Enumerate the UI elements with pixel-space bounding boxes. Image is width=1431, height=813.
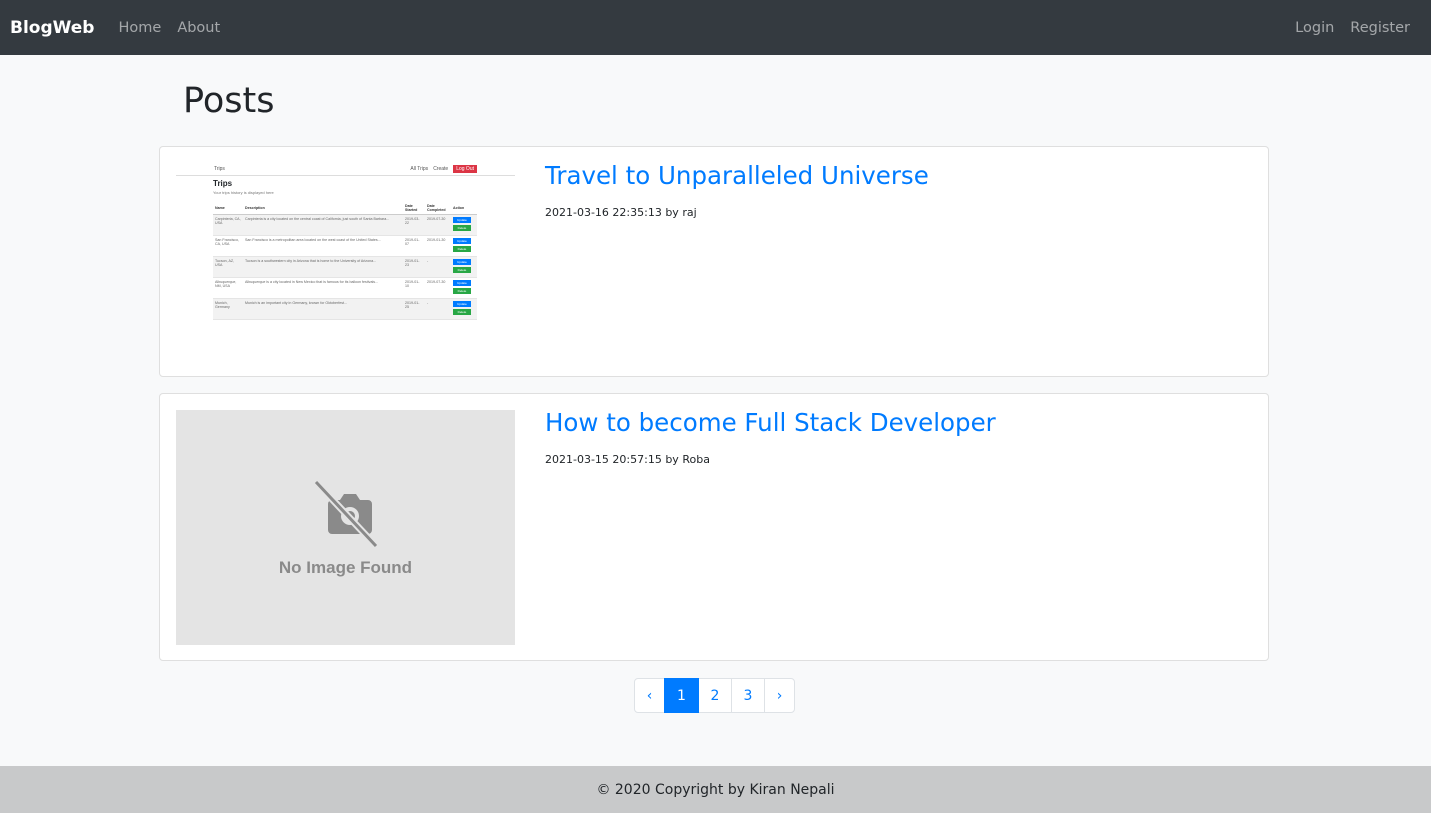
post-author: Roba [682, 453, 710, 466]
thumb-cell: Albuquerque is a city located in New Mex… [243, 277, 403, 299]
thumb-cell: Albuquerque, NM, USA [213, 277, 243, 299]
thumb-col-header: Date Completed [425, 202, 451, 215]
copyright-text: © 2020 Copyright by Kiran Nepali [596, 781, 835, 798]
thumb-cell: 2019-01-25 [403, 298, 425, 320]
thumb-cell: 2019-01-23 [403, 256, 425, 278]
pagination: ‹ 1 2 3 › [634, 678, 795, 713]
thumb-cell: Carpinteria is a city located on the cen… [243, 214, 403, 236]
thumb-delete-button: Delete [453, 225, 471, 231]
prev-page-button[interactable]: ‹ [634, 678, 665, 713]
thumb-delete-button: Delete [453, 309, 471, 315]
thumb-nav-link: Create [433, 166, 449, 172]
post-by: by [665, 453, 679, 466]
thumb-navbar: Trips All Trips Create Log Out [176, 163, 515, 175]
thumb-cell: 2019-03-22 [403, 214, 425, 236]
register-link[interactable]: Register [1350, 20, 1410, 36]
thumb-col-header: Name [213, 202, 243, 215]
post-meta: 2021-03-16 22:35:13 by raj [545, 206, 697, 219]
thumb-cell: - [425, 256, 451, 278]
thumb-row: Tucson, AZ, USA Tucson is a southwestern… [213, 256, 477, 278]
post-date: 2021-03-16 22:35:13 [545, 206, 662, 219]
post-thumbnail-placeholder[interactable]: No Image Found [176, 410, 515, 645]
thumb-heading: Trips [213, 179, 233, 188]
thumb-cell: San Francisco is a metropolitan area loc… [243, 235, 403, 257]
thumb-cell: 2019-07-30 [425, 277, 451, 299]
login-link[interactable]: Login [1295, 20, 1334, 36]
thumb-update-button: Update [453, 301, 471, 307]
thumb-col-header: Date Started [403, 202, 425, 215]
no-image-text: No Image Found [278, 557, 413, 577]
thumb-delete-button: Delete [453, 267, 471, 273]
thumb-cell: - [425, 298, 451, 320]
nav-about-link[interactable]: About [177, 20, 220, 36]
page-3-button[interactable]: 3 [731, 678, 765, 713]
thumb-update-button: Update [453, 280, 471, 286]
thumb-row: Albuquerque, NM, USA Albuquerque is a ci… [213, 277, 477, 299]
next-page-button[interactable]: › [764, 678, 795, 713]
thumb-delete-button: Delete [453, 246, 471, 252]
thumb-col-header: Action [451, 202, 477, 215]
thumb-delete-button: Delete [453, 288, 471, 294]
thumb-row: Carpinteria, CA, USA Carpinteria is a ci… [213, 214, 477, 236]
thumb-col-header: Description [243, 202, 403, 215]
post-date: 2021-03-15 20:57:15 [545, 453, 662, 466]
post-author: raj [682, 206, 697, 219]
thumb-cell: 2019-01-30 [425, 235, 451, 257]
thumb-logout-button: Log Out [453, 165, 477, 173]
post-card: No Image Found How to become Full Stack … [159, 393, 1269, 661]
thumb-cell: 2019-01-07 [403, 235, 425, 257]
footer: © 2020 Copyright by Kiran Nepali [0, 766, 1431, 813]
thumb-cell: Tucson is a southwestern city in Arizona… [243, 256, 403, 278]
post-title-link[interactable]: How to become Full Stack Developer [545, 408, 996, 437]
thumb-cell: San Francisco, CA, USA [213, 235, 243, 257]
no-camera-icon [312, 479, 379, 548]
divider [176, 175, 515, 176]
thumb-row: Munich, Germany Munich is an important c… [213, 298, 477, 320]
post-title-link[interactable]: Travel to Unparalleled Universe [545, 161, 929, 190]
thumb-nav-link: All Trips [410, 166, 429, 172]
post-card: Trips All Trips Create Log Out Trips You… [159, 146, 1269, 377]
thumb-update-button: Update [453, 238, 471, 244]
page-1-button[interactable]: 1 [664, 678, 699, 713]
page-title: Posts [183, 81, 275, 121]
post-thumbnail[interactable]: Trips All Trips Create Log Out Trips You… [176, 163, 515, 341]
thumb-cell: Munich is an important city in Germany, … [243, 298, 403, 320]
navbar: BlogWeb Home About Login Register [0, 0, 1431, 55]
thumb-row: San Francisco, CA, USA San Francisco is … [213, 235, 477, 257]
nav-home-link[interactable]: Home [118, 20, 161, 36]
thumb-cell: Carpinteria, CA, USA [213, 214, 243, 236]
thumb-subheading: Your trips history is displayed here [213, 190, 274, 195]
thumb-cell: 2019-01-10 [403, 277, 425, 299]
brand-logo[interactable]: BlogWeb [10, 18, 94, 38]
thumb-nav-title: Trips [214, 166, 225, 172]
thumb-table: Name Description Date Started Date Compl… [213, 202, 477, 320]
post-meta: 2021-03-15 20:57:15 by Roba [545, 453, 710, 466]
thumb-cell: Tucson, AZ, USA [213, 256, 243, 278]
thumb-update-button: Update [453, 217, 471, 223]
thumb-cell: 2019-07-30 [425, 214, 451, 236]
nav-right: Login Register [1279, 20, 1410, 36]
thumb-cell: Munich, Germany [213, 298, 243, 320]
post-by: by [665, 206, 679, 219]
page-2-button[interactable]: 2 [698, 678, 732, 713]
main-content: Posts Trips All Trips Create Log Out Tri… [159, 55, 1269, 713]
thumb-update-button: Update [453, 259, 471, 265]
